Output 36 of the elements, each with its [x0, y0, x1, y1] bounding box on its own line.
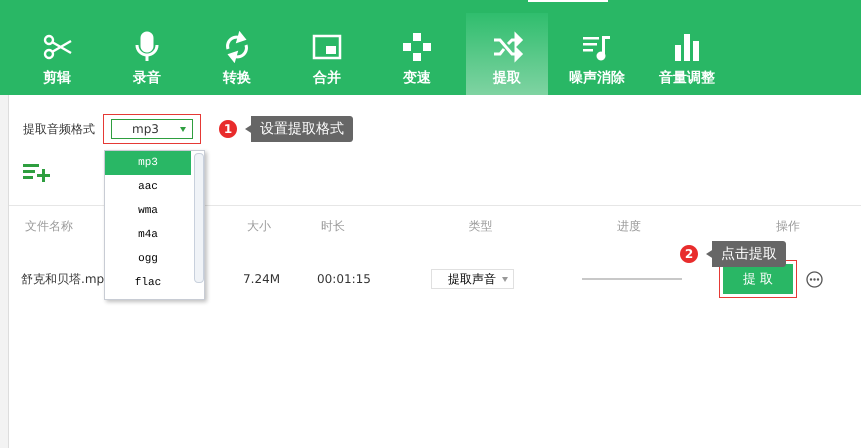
add-list-icon[interactable] — [23, 162, 51, 182]
toolbar-tab[interactable]: 变速 — [372, 13, 462, 95]
column-header: 文件名称 — [24, 218, 73, 234]
format-option[interactable]: m4a — [105, 223, 191, 247]
toolbar-tab[interactable]: 音量调整 — [642, 13, 732, 95]
shuffle-icon — [491, 31, 523, 63]
type-select[interactable]: 提取声音 — [431, 269, 514, 289]
toolbar-tab[interactable]: 提取 — [466, 13, 548, 95]
column-header: 进度 — [616, 218, 641, 234]
format-option[interactable]: wma — [105, 199, 191, 223]
format-option[interactable]: aac — [105, 175, 191, 199]
toolbar-tab[interactable]: 剪辑 — [12, 13, 102, 95]
hint-tooltip: 设置提取格式 — [245, 116, 353, 142]
step-badge: 1 — [219, 120, 237, 138]
format-option[interactable]: flac — [105, 271, 191, 295]
scrollbar[interactable] — [194, 153, 204, 283]
format-select[interactable]: mp3 — [111, 119, 193, 139]
format-option[interactable]: mp3 — [105, 151, 191, 175]
four-squares-icon — [401, 31, 433, 63]
file-size: 7.24M — [243, 272, 280, 286]
toolbar-tab[interactable]: 噪声消除 — [552, 13, 642, 95]
toolbar-tab[interactable]: 合并 — [282, 13, 372, 95]
toolbar-tab[interactable]: 录音 — [102, 13, 192, 95]
column-header: 操作 — [775, 218, 800, 234]
hint-tooltip: 点击提取 — [706, 241, 786, 267]
toolbar-tab[interactable]: 转换 — [192, 13, 282, 95]
file-duration: 00:01:15 — [317, 272, 371, 286]
more-icon[interactable] — [806, 270, 823, 288]
file-name: 舒克和贝塔.mp — [21, 270, 104, 288]
format-option[interactable]: ogg — [105, 247, 191, 271]
step-badge: 2 — [680, 245, 698, 263]
column-header: 大小 — [246, 218, 271, 234]
extract-button[interactable]: 提 取 — [723, 264, 793, 294]
format-label: 提取音频格式 — [23, 120, 96, 138]
column-header: 类型 — [468, 218, 492, 234]
column-header: 时长 — [320, 218, 345, 234]
